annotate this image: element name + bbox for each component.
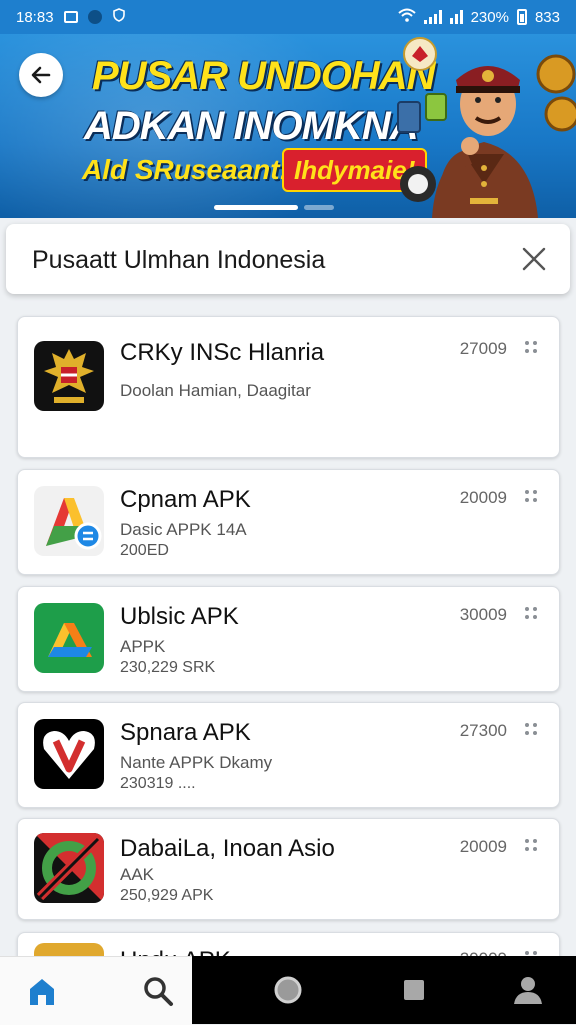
app-title: DabaiLa, Inoan Asio	[120, 835, 335, 862]
search-icon[interactable]	[140, 973, 176, 1009]
battery-text: 230%	[470, 8, 509, 26]
pager-dot	[304, 205, 334, 210]
bottom-navigation	[0, 956, 576, 1025]
search-bar[interactable]: Pusaatt Ulmhan Indonesia	[6, 224, 570, 294]
app-subtitle: Doolan Hamian, Daagitar	[120, 381, 311, 400]
home-icon[interactable]	[24, 973, 60, 1009]
app-count: 27009	[459, 339, 507, 358]
list-item[interactable]: Ublsic APK APPK 230,229 SRK 30009	[17, 586, 560, 692]
app-subtitle: Nante APPK Dkamy	[120, 753, 273, 772]
list-item[interactable]: Cpnam APK Dasic APPK 14A 200ED 20009	[17, 469, 560, 575]
list-item[interactable]: CRKy INSc Hlanria Doolan Hamian, Daagita…	[17, 316, 560, 458]
status-right-text: 833	[534, 8, 560, 26]
battery-icon	[516, 9, 527, 25]
wifi-icon	[397, 8, 416, 26]
app-subtitle: AAK	[120, 865, 155, 884]
colorful-a-icon	[34, 486, 104, 556]
app-count: 20009	[459, 488, 507, 507]
app-meta: 250,929 APK	[120, 887, 214, 904]
app-title: Ublsic APK	[120, 603, 239, 630]
search-query[interactable]: Pusaatt Ulmhan Indonesia	[32, 246, 325, 275]
app-meta: 200ED	[120, 542, 169, 559]
circle-home-icon[interactable]	[270, 972, 306, 1008]
recents-square-icon[interactable]	[396, 972, 432, 1008]
drag-handle-icon[interactable]	[525, 723, 537, 737]
banner-tagline: Ald SRuseaant!	[82, 154, 289, 185]
promo-banner[interactable]: PUSAR UNDOHAN ADKAN INOMKNA Ald SRuseaan…	[0, 34, 576, 218]
circle-slash-icon	[34, 833, 104, 903]
signal-icon	[449, 10, 463, 24]
status-bar: 18:83 230% 833	[0, 0, 576, 34]
list-item[interactable]: Spnara APK Nante APPK Dkamy 230319 .... …	[17, 702, 560, 808]
status-time: 18:83	[16, 8, 54, 26]
app-title: CRKy INSc Hlanria	[120, 339, 325, 366]
app-count: 27300	[459, 721, 507, 740]
app-title: Spnara APK	[120, 719, 251, 746]
drag-handle-icon[interactable]	[525, 341, 537, 355]
banner-title-line2: ADKAN INOMKNA	[84, 104, 419, 148]
garuda-emblem-icon	[34, 341, 104, 411]
pager-dot-active	[214, 205, 298, 210]
app-count: 20009	[459, 837, 507, 856]
notification-dot-icon	[87, 10, 102, 24]
close-icon[interactable]	[520, 245, 548, 273]
app-subtitle: Dasic APPK 14A	[120, 520, 247, 539]
shield-icon	[112, 8, 126, 26]
heart-logo-icon	[34, 719, 104, 789]
banner-title-line1: PUSAR UNDOHAN	[92, 54, 436, 98]
app-subtitle: APPK	[120, 637, 166, 656]
drive-triangle-icon	[34, 603, 104, 673]
arrow-left-icon	[31, 66, 51, 84]
banner-pager	[214, 205, 334, 210]
app-meta: 230319 ....	[120, 775, 196, 792]
drag-handle-icon[interactable]	[525, 490, 537, 504]
app-meta: 230,229 SRK	[120, 659, 216, 676]
profile-icon[interactable]	[510, 972, 546, 1008]
app-nav-bar	[0, 956, 192, 1025]
app-title: Cpnam APK	[120, 486, 251, 513]
gallery-icon	[63, 11, 78, 23]
app-count: 30009	[459, 605, 507, 624]
officer-mascot-illustration	[397, 37, 576, 218]
list-item[interactable]: DabaiLa, Inoan Asio AAK 250,929 APK 2000…	[17, 818, 560, 920]
drag-handle-icon[interactable]	[525, 607, 537, 621]
drag-handle-icon[interactable]	[525, 839, 537, 853]
back-button[interactable]	[19, 53, 63, 97]
signal-icon	[423, 10, 442, 24]
system-nav-bar	[192, 956, 576, 1024]
